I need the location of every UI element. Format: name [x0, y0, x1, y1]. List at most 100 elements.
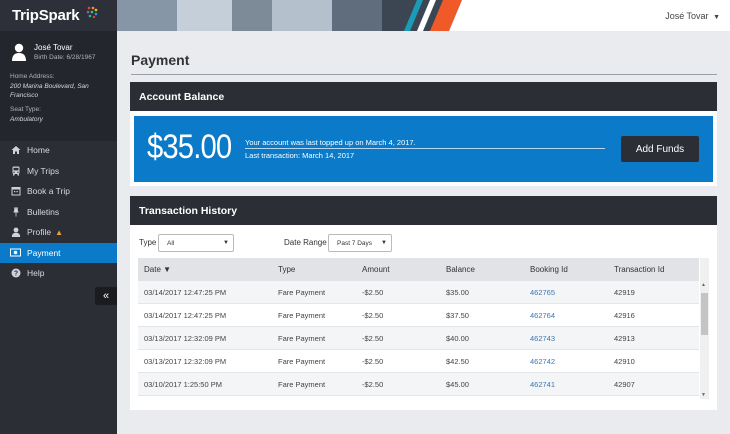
pushpin-icon: [10, 206, 21, 217]
double-chevron-left-icon: «: [102, 290, 110, 302]
table-scrollbar[interactable]: ▲ ▼: [700, 258, 709, 399]
sidebar-item-label: My Trips: [27, 165, 60, 176]
cell-balance: $35.00: [446, 287, 469, 297]
cell-transaction-id: 42919: [614, 287, 635, 297]
date-range-label: Date Range: [284, 238, 327, 247]
cell-date: 03/13/2017 12:32:09 PM: [144, 333, 227, 343]
sidebar-item-payment[interactable]: Payment: [0, 242, 117, 263]
sidebar-item-label: Book a Trip: [27, 186, 70, 197]
cell-date: 03/13/2017 12:32:09 PM: [144, 356, 227, 366]
table-row: 03/14/2017 12:47:25 PM Fare Payment -$2.…: [138, 304, 699, 327]
sidebar-item-book-a-trip[interactable]: Book a Trip: [0, 181, 117, 202]
collapse-sidebar-button[interactable]: «: [95, 287, 117, 305]
date-range-select-value: Past 7 Days: [337, 240, 373, 247]
transaction-history-header: Transaction History: [130, 196, 717, 225]
cell-type: Fare Payment: [278, 287, 326, 297]
booking-id-link[interactable]: 462743: [530, 334, 614, 343]
cell-type: Fare Payment: [278, 333, 326, 343]
booking-id-link[interactable]: 462742: [530, 357, 614, 366]
sidebar-item-bulletins[interactable]: Bulletins: [0, 202, 117, 223]
help-icon: ?: [10, 268, 21, 279]
transaction-history-panel: Type All ▼ Date Range Past 7 Days ▼ Date…: [130, 225, 717, 410]
scrollbar-thumb[interactable]: [701, 293, 708, 335]
sidebar-item-help[interactable]: ? Help: [0, 263, 117, 284]
type-filter-label: Type: [139, 238, 157, 247]
cell-type: Fare Payment: [278, 310, 326, 320]
date-range-select[interactable]: Past 7 Days ▼: [328, 234, 392, 252]
main-content: Payment Account Balance $35.00 Your acco…: [117, 31, 730, 434]
header-banner-image: [117, 0, 462, 31]
sidebar-item-home[interactable]: Home: [0, 140, 117, 161]
cell-amount: -$2.50: [362, 379, 384, 389]
account-balance-panel: $35.00 Your account was last topped up o…: [130, 111, 717, 186]
column-header-amount[interactable]: Amount: [362, 265, 446, 274]
cell-date: 03/14/2017 12:47:25 PM: [144, 310, 227, 320]
table-row: 03/13/2017 12:32:09 PM Fare Payment -$2.…: [138, 327, 699, 350]
caret-down-icon: ▼: [381, 240, 387, 246]
profile-birth-date: Birth Date: 6/28/1967: [34, 54, 96, 61]
svg-text:?: ?: [13, 271, 17, 278]
booking-id-link[interactable]: 462764: [530, 311, 614, 320]
balance-box: $35.00 Your account was last topped up o…: [134, 116, 713, 182]
account-balance-header: Account Balance: [130, 82, 717, 111]
transactions-table: Date ▼ Type Amount Balance Booking Id Tr…: [138, 258, 699, 396]
calendar-icon: [10, 186, 21, 197]
last-topped-up-text: Your account was last topped up on March…: [245, 138, 416, 147]
user-menu[interactable]: José Tovar ▼: [665, 11, 720, 21]
user-menu-name: José Tovar: [665, 11, 709, 21]
sidebar: José Tovar Birth Date: 6/28/1967 Home Ad…: [0, 31, 117, 434]
cell-amount: -$2.50: [362, 333, 384, 343]
booking-id-link[interactable]: 462741: [530, 380, 614, 389]
sidebar-item-label: Payment: [27, 247, 61, 258]
sidebar-item-label: Bulletins: [27, 206, 60, 217]
cell-balance: $45.00: [446, 379, 469, 389]
cell-balance: $37.50: [446, 310, 469, 320]
table-header-row: Date ▼ Type Amount Balance Booking Id Tr…: [138, 258, 699, 281]
home-address-value: 200 Marina Boulevard, San Francisco: [10, 83, 89, 99]
caret-down-icon: ▼: [223, 240, 229, 246]
scroll-up-icon[interactable]: ▲: [701, 282, 706, 288]
scroll-down-icon[interactable]: ▼: [701, 392, 706, 398]
page-title: Payment: [131, 52, 190, 68]
sidebar-item-profile[interactable]: Profile ▲: [0, 222, 117, 243]
column-header-booking-id[interactable]: Booking Id: [530, 265, 614, 274]
add-funds-button[interactable]: Add Funds: [621, 136, 699, 162]
cell-type: Fare Payment: [278, 379, 326, 389]
bus-icon: [10, 165, 21, 176]
seat-type-label: Seat Type:: [10, 106, 41, 113]
type-select[interactable]: All ▼: [158, 234, 234, 252]
column-header-date[interactable]: Date ▼: [138, 265, 278, 274]
cell-transaction-id: 42907: [614, 379, 635, 389]
column-header-transaction-id[interactable]: Transaction Id: [614, 265, 699, 274]
seat-type-value: Ambulatory: [10, 116, 43, 123]
cell-transaction-id: 42910: [614, 356, 635, 366]
profile-summary: José Tovar Birth Date: 6/28/1967 Home Ad…: [0, 31, 117, 141]
sidebar-item-label: Profile: [27, 227, 52, 238]
column-header-balance[interactable]: Balance: [446, 265, 530, 274]
top-bar: TripSpark José Tovar ▼: [0, 0, 730, 31]
booking-id-link[interactable]: 462765: [530, 288, 614, 297]
last-transaction-text: Last transaction: March 14, 2017: [245, 151, 355, 160]
cell-amount: -$2.50: [362, 287, 384, 297]
sidebar-item-label: Help: [27, 268, 45, 279]
sidebar-nav: Home My Trips Book a Trip Bulletins Prof…: [0, 140, 117, 284]
caret-down-icon: ▼: [713, 14, 720, 21]
user-icon: [10, 227, 21, 238]
money-icon: [10, 247, 21, 258]
cell-transaction-id: 42913: [614, 333, 635, 343]
cell-balance: $40.00: [446, 333, 469, 343]
brand-name: TripSpark: [12, 7, 80, 24]
sidebar-item-label: Home: [27, 145, 50, 156]
user-avatar-icon: [12, 43, 26, 61]
profile-name: José Tovar: [34, 43, 73, 52]
brand-logo[interactable]: TripSpark: [0, 0, 117, 31]
title-divider: [131, 74, 717, 75]
sidebar-item-my-trips[interactable]: My Trips: [0, 161, 117, 182]
cell-date: 03/14/2017 12:47:25 PM: [144, 287, 227, 297]
cell-amount: -$2.50: [362, 310, 384, 320]
column-header-type[interactable]: Type: [278, 265, 362, 274]
home-address-label: Home Address:: [10, 73, 55, 80]
table-row: 03/14/2017 12:47:25 PM Fare Payment -$2.…: [138, 281, 699, 304]
cell-amount: -$2.50: [362, 356, 384, 366]
warning-icon: ▲: [55, 227, 64, 237]
